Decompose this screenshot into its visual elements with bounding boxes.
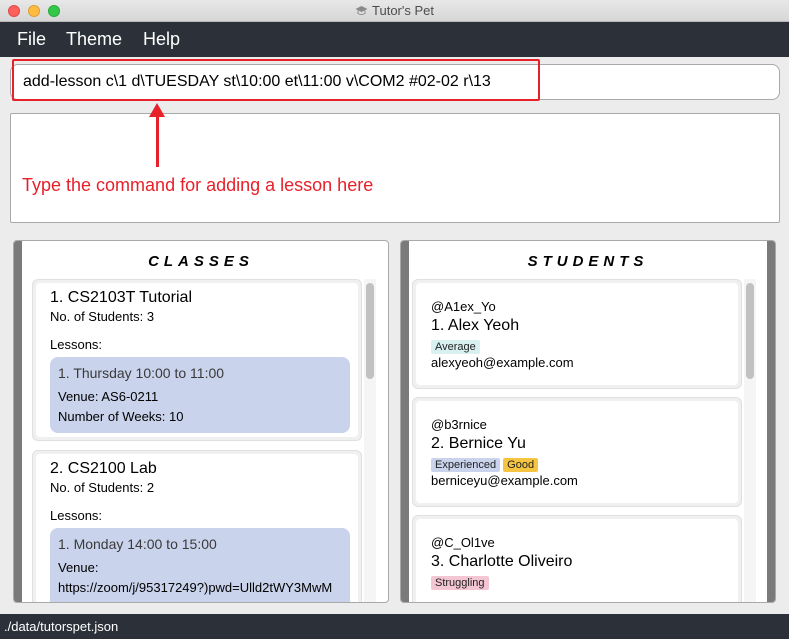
window-title: Tutor's Pet [0,3,789,18]
student-handle: @A1ex_Yo [431,299,496,314]
lessons-label: Lessons: [50,337,103,352]
student-card-body: @C_Ol1ve 3. Charlotte Oliveiro Strugglin… [416,519,738,602]
annotation-text: Type the command for adding a lesson her… [22,175,374,195]
window-title-text: Tutor's Pet [372,3,434,18]
lesson-time: 1. Thursday 10:00 to 11:00 [58,365,225,381]
students-scrollbar[interactable] [744,279,756,602]
panel-edge [401,241,409,602]
student-handle: @C_Ol1ve [431,535,495,550]
graduation-cap-icon [355,6,368,15]
classes-scroll-thumb[interactable] [366,283,374,379]
annotation-arrow [156,115,159,167]
students-heading: STUDENTS [527,253,649,270]
lesson-venue: Venue: [58,560,99,575]
class-card-body: 2. CS2100 Lab No. of Students: 2 Lessons… [36,454,358,602]
student-card-body: @A1ex_Yo 1. Alex Yeoh Average alexyeoh@e… [416,283,738,385]
student-handle: @b3rnice [431,417,487,432]
lesson-weeks: Number of Weeks: 10 [58,409,184,424]
student-tag: Experienced [431,458,501,472]
student-card-body: @b3rnice 2. Bernice Yu Experienced Good b… [416,401,738,503]
student-tags: Struggling [431,573,492,591]
status-bar: ./data/tutorspet.json [0,614,789,639]
student-name: 1. Alex Yeoh [431,317,520,334]
student-tag: Average [431,340,480,354]
student-card[interactable]: @C_Ol1ve 3. Charlotte Oliveiro Strugglin… [412,515,742,602]
student-card[interactable]: @b3rnice 2. Bernice Yu Experienced Good b… [412,397,742,507]
lessons-label: Lessons: [50,508,103,523]
lesson-card[interactable]: 1. Thursday 10:00 to 11:00 Venue: AS6-02… [50,357,350,433]
menu-file[interactable]: File [17,29,46,50]
menu-theme[interactable]: Theme [66,29,122,50]
students-scroll-thumb[interactable] [746,283,754,379]
lesson-venue-url: https://zoom/j/95317249?)pwd=Ulld2tWY3Mw… [58,580,333,595]
menu-bar: File Theme Help [0,22,789,57]
command-highlight-box [12,59,540,101]
class-student-count: No. of Students: 3 [50,309,155,324]
classes-panel: CLASSES 1. CS2103T Tutorial No. of Stude… [13,240,389,603]
classes-heading: CLASSES [148,253,254,270]
students-list[interactable]: @A1ex_Yo 1. Alex Yeoh Average alexyeoh@e… [412,279,745,602]
student-name: 3. Charlotte Oliveiro [431,553,573,570]
student-card[interactable]: @A1ex_Yo 1. Alex Yeoh Average alexyeoh@e… [412,279,742,389]
panel-edge [767,241,775,602]
class-title: 1. CS2103T Tutorial [50,289,193,306]
class-student-count: No. of Students: 2 [50,480,155,495]
lesson-venue: Venue: AS6-0211 [58,389,159,404]
student-name: 2. Bernice Yu [431,435,526,452]
class-card[interactable]: 1. CS2103T Tutorial No. of Students: 3 L… [32,279,362,441]
result-display [10,113,780,223]
panel-edge [14,241,22,602]
student-tag: Struggling [431,576,489,590]
class-card-body: 1. CS2103T Tutorial No. of Students: 3 L… [36,283,358,437]
classes-list[interactable]: 1. CS2103T Tutorial No. of Students: 3 L… [32,279,372,602]
student-tag: Good [503,458,539,472]
student-tags: Average [431,337,483,355]
main-area: add-lesson c\1 d\TUESDAY st\10:00 et\11:… [0,57,789,614]
student-email: berniceyu@example.com [431,473,578,488]
student-tags: Experienced Good [431,455,541,473]
student-email: alexyeoh@example.com [431,355,574,370]
class-card[interactable]: 2. CS2100 Lab No. of Students: 2 Lessons… [32,450,362,602]
students-panel: STUDENTS @A1ex_Yo 1. Alex Yeoh Average a… [400,240,776,603]
data-file-path: ./data/tutorspet.json [4,619,119,634]
class-title: 2. CS2100 Lab [50,460,157,477]
menu-help[interactable]: Help [143,29,180,50]
window-title-bar: Tutor's Pet [0,0,789,22]
classes-scrollbar[interactable] [364,279,376,602]
lesson-time: 1. Monday 14:00 to 15:00 [58,536,217,552]
lesson-card[interactable]: 1. Monday 14:00 to 15:00 Venue: https://… [50,528,350,602]
